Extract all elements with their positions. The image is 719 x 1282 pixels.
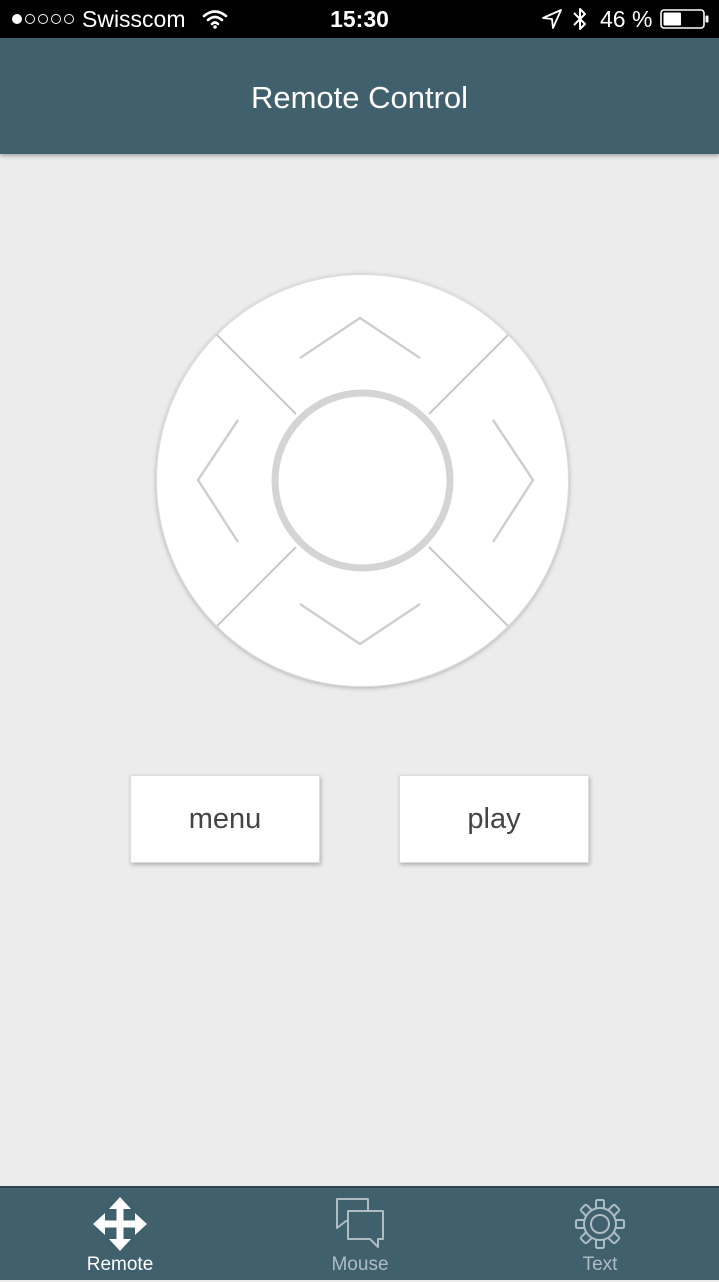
move-arrows-icon [93, 1197, 147, 1251]
menu-button-label: menu [188, 802, 262, 835]
page-title: Remote Control [250, 80, 469, 115]
bluetooth-icon [573, 8, 586, 30]
tab-text-label: Text [582, 1254, 618, 1275]
battery-percent: 46 % [600, 6, 653, 32]
tab-mouse[interactable]: Mouse [240, 1188, 480, 1282]
gear-icon [575, 1199, 625, 1249]
tab-remote[interactable]: Remote [0, 1188, 240, 1282]
play-button-label: play [467, 802, 521, 835]
battery-icon [660, 9, 709, 29]
tab-text[interactable]: Text [480, 1188, 719, 1282]
chat-bubbles-icon [336, 1198, 384, 1248]
status-bar: Swisscom 15:30 46 % [0, 0, 719, 38]
location-arrow-icon [542, 9, 562, 29]
tab-remote-label: Remote [86, 1254, 154, 1275]
dpad-remote [156, 274, 569, 687]
tab-bar: Remote Mouse Text [0, 1186, 719, 1280]
tab-mouse-label: Mouse [331, 1254, 389, 1275]
dpad-ok-button[interactable] [271, 389, 454, 572]
play-button[interactable]: play [399, 775, 589, 863]
navigation-bar: Remote Control [0, 38, 719, 154]
menu-button[interactable]: menu [130, 775, 320, 863]
